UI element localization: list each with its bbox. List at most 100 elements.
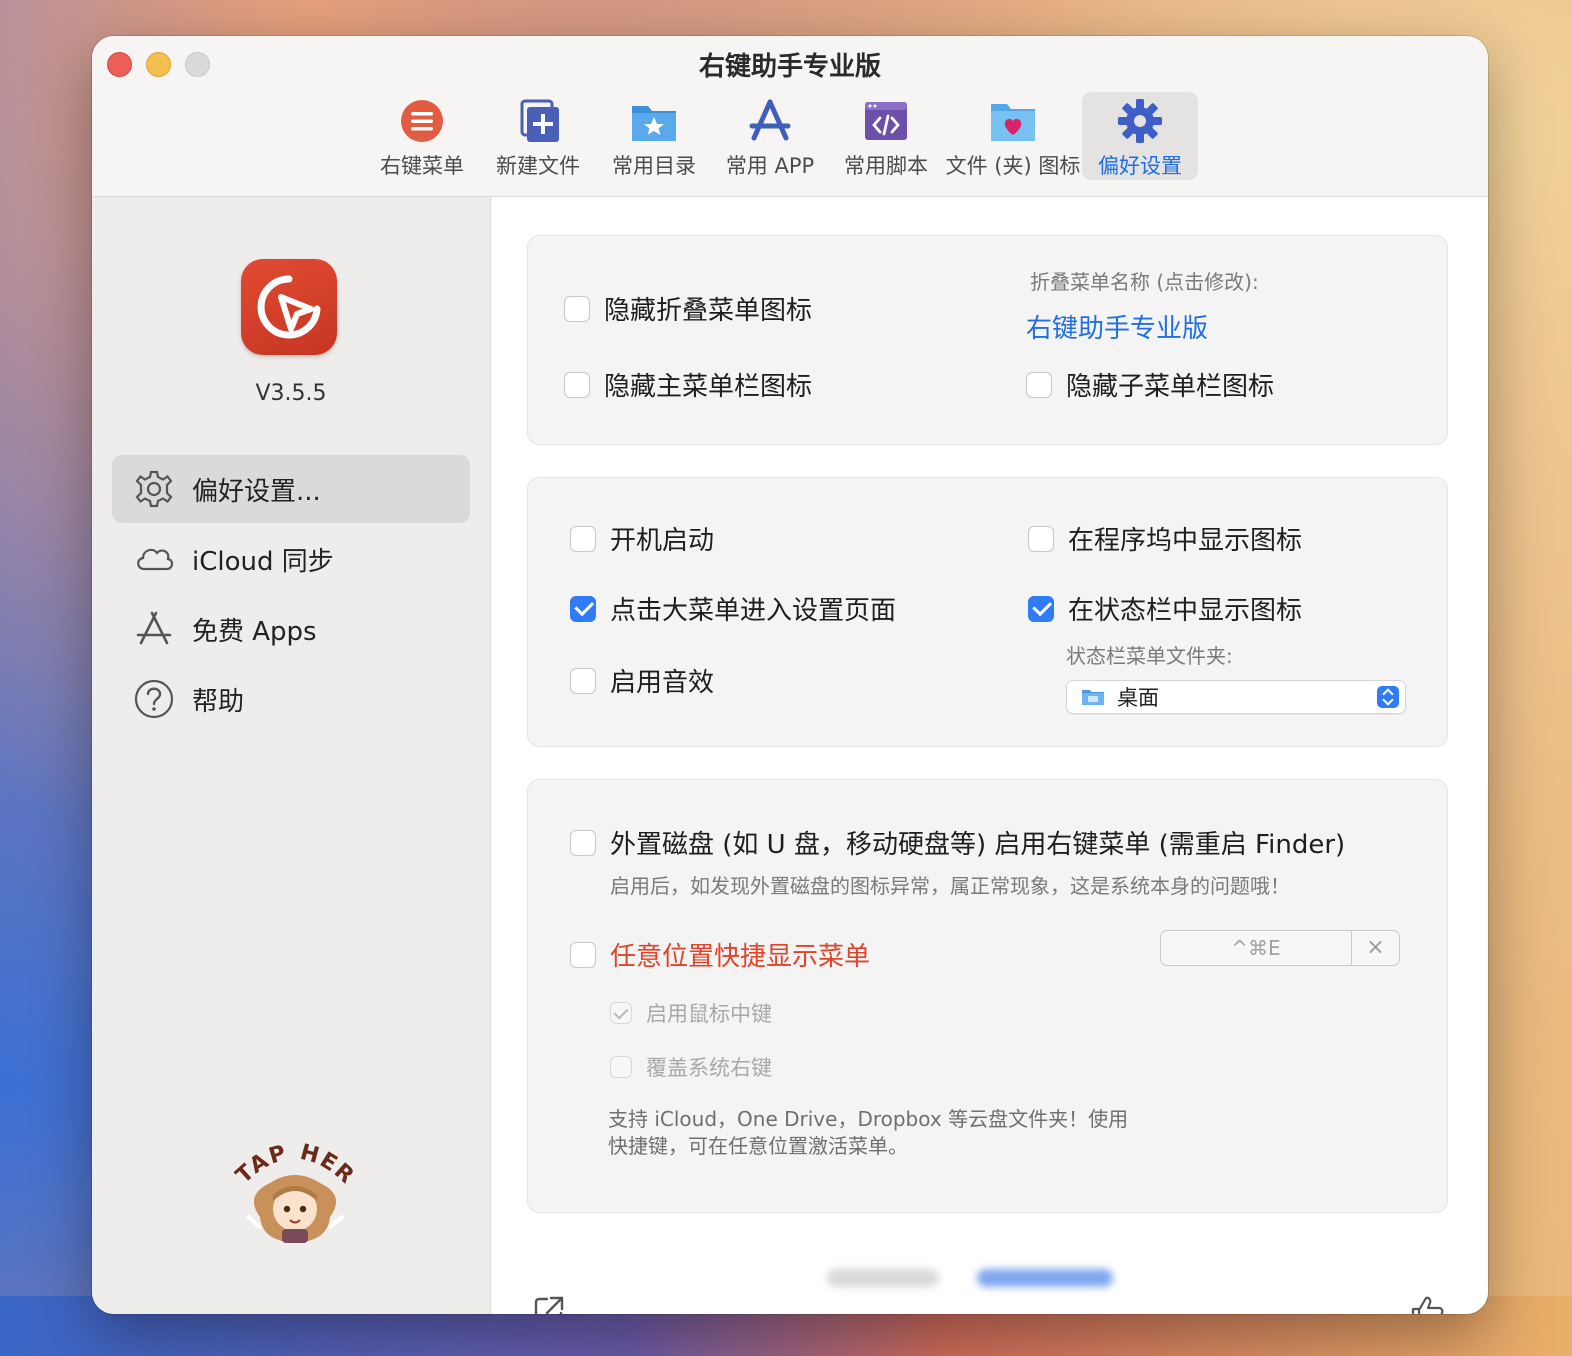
override-right-click-checkbox[interactable]: 覆盖系统右键 bbox=[610, 1052, 772, 1082]
checkbox[interactable] bbox=[570, 829, 596, 856]
list-icon bbox=[401, 100, 443, 142]
window-title: 右键助手专业版 bbox=[698, 52, 881, 82]
titlebar: 右键助手专业版 右键菜单 新建文件 常用目录 常用 APP 常用脚本 文件 (夹… bbox=[92, 36, 1488, 197]
checkbox[interactable] bbox=[1026, 371, 1052, 398]
statusbar-folder-select[interactable]: 桌面 bbox=[1066, 680, 1406, 714]
shortcut-keys[interactable]: ^⌘E bbox=[1161, 931, 1352, 965]
anywhere-menu-checkbox[interactable]: 任意位置快捷显示菜单 bbox=[570, 936, 870, 973]
sidebar-item-icloud-sync[interactable]: iCloud 同步 bbox=[112, 525, 470, 593]
cursor-logo-icon bbox=[257, 275, 321, 339]
enable-sound-checkbox[interactable]: 启用音效 bbox=[570, 662, 714, 699]
checkbox-label: 开机启动 bbox=[610, 526, 715, 556]
hide-fold-icon-checkbox[interactable]: 隐藏折叠菜单图标 bbox=[564, 290, 812, 327]
help-line: 支持 iCloud，One Drive，Dropbox 等云盘文件夹！使用 bbox=[608, 1107, 1129, 1131]
sidebar-item-label: 偏好设置... bbox=[192, 476, 321, 507]
tab-label: 常用 APP bbox=[725, 154, 815, 178]
chevron-updown-icon bbox=[1377, 686, 1399, 708]
blurred-footer-text bbox=[827, 1269, 939, 1287]
external-disk-checkbox[interactable]: 外置磁盘 (如 U 盘，移动硬盘等) 启用右键菜单 (需重启 Finder) bbox=[570, 824, 1345, 861]
checkbox[interactable] bbox=[570, 941, 596, 968]
app-window: 右键助手专业版 右键菜单 新建文件 常用目录 常用 APP 常用脚本 文件 (夹… bbox=[92, 36, 1488, 1314]
app-store-icon bbox=[136, 611, 172, 645]
checkbox-label: 在程序坞中显示图标 bbox=[1068, 526, 1303, 556]
fold-name-link[interactable]: 右键助手专业版 bbox=[1026, 308, 1208, 345]
tab-favorite-scripts[interactable]: 常用脚本 bbox=[828, 92, 944, 180]
checkbox[interactable] bbox=[564, 295, 590, 322]
tab-new-file[interactable]: 新建文件 bbox=[480, 92, 596, 180]
checkbox-label: 启用鼠标中键 bbox=[646, 1002, 772, 1026]
heart-folder-icon bbox=[991, 104, 1035, 141]
sidebar-item-free-apps[interactable]: 免费 Apps bbox=[112, 595, 470, 663]
checkbox-label: 点击大菜单进入设置页面 bbox=[610, 596, 897, 626]
app-version: V3.5.5 bbox=[255, 381, 327, 406]
tab-label: 常用目录 bbox=[612, 154, 696, 178]
checkbox-label: 隐藏主菜单栏图标 bbox=[604, 372, 813, 402]
anywhere-menu-help: 支持 iCloud，One Drive，Dropbox 等云盘文件夹！使用 快捷… bbox=[608, 1106, 1148, 1160]
sidebar-item-help[interactable]: 帮助 bbox=[112, 665, 470, 733]
checkbox-label: 启用音效 bbox=[610, 668, 715, 698]
external-disk-note: 启用后，如发现外置磁盘的图标异常，属正常现象，这是系统本身的问题哦！ bbox=[610, 874, 1290, 898]
app-store-icon bbox=[749, 99, 791, 141]
cloud-icon bbox=[137, 548, 174, 571]
checkbox-label: 隐藏折叠菜单图标 bbox=[604, 296, 813, 326]
launch-at-login-checkbox[interactable]: 开机启动 bbox=[570, 520, 714, 557]
checkbox-label: 覆盖系统右键 bbox=[646, 1056, 772, 1080]
help-line: 快捷键，可在任意位置激活菜单。 bbox=[608, 1134, 908, 1158]
hide-main-icon-checkbox[interactable]: 隐藏主菜单栏图标 bbox=[564, 366, 812, 403]
blurred-footer-link[interactable] bbox=[977, 1269, 1113, 1287]
checkbox[interactable] bbox=[570, 525, 596, 552]
sidebar-item-preferences[interactable]: 偏好设置... bbox=[112, 455, 470, 523]
tab-file-folder-icons[interactable]: 文件 (夹) 图标 bbox=[944, 92, 1082, 180]
tab-favorite-folders[interactable]: 常用目录 bbox=[596, 92, 712, 180]
gear-icon bbox=[135, 470, 173, 508]
shortcut-recorder[interactable]: ^⌘E × bbox=[1160, 930, 1400, 966]
toolbar: 右键菜单 新建文件 常用目录 常用 APP 常用脚本 文件 (夹) 图标 偏好设… bbox=[364, 92, 1198, 180]
sidebar-item-label: 免费 Apps bbox=[192, 616, 317, 647]
checkbox-label: 任意位置快捷显示菜单 bbox=[610, 942, 871, 972]
menu-icons-panel: 隐藏折叠菜单图标 隐藏主菜单栏图标 折叠菜单名称 (点击修改): 右键助手专业版… bbox=[527, 235, 1448, 445]
script-icon bbox=[865, 102, 907, 140]
sidebar-item-label: 帮助 bbox=[192, 686, 245, 717]
folder-icon bbox=[1082, 690, 1104, 705]
tab-favorite-apps[interactable]: 常用 APP bbox=[712, 92, 828, 180]
app-logo bbox=[241, 259, 337, 355]
sidebar: V3.5.5 偏好设置... iCloud 同步 免费 Apps 帮助 TAP … bbox=[92, 197, 491, 1314]
hide-sub-icon-checkbox[interactable]: 隐藏子菜单栏图标 bbox=[1026, 366, 1274, 403]
tab-label: 右键菜单 bbox=[380, 154, 464, 178]
checkbox[interactable] bbox=[610, 1056, 632, 1078]
click-to-settings-checkbox[interactable]: 点击大菜单进入设置页面 bbox=[570, 590, 896, 627]
thumbs-up-icon[interactable] bbox=[1409, 1293, 1445, 1314]
checkbox[interactable] bbox=[610, 1002, 632, 1024]
checkbox-label: 外置磁盘 (如 U 盘，移动硬盘等) 启用右键菜单 (需重启 Finder) bbox=[610, 830, 1346, 860]
show-in-statusbar-checkbox[interactable]: 在状态栏中显示图标 bbox=[1028, 590, 1302, 627]
tab-label: 新建文件 bbox=[496, 154, 580, 178]
checkbox[interactable] bbox=[570, 595, 596, 622]
checkbox[interactable] bbox=[1028, 525, 1054, 552]
checkbox[interactable] bbox=[564, 371, 590, 398]
gear-icon bbox=[1118, 99, 1162, 143]
new-file-icon bbox=[520, 99, 559, 142]
general-panel: 开机启动 点击大菜单进入设置页面 启用音效 在程序坞中显示图标 在状态栏中显示图… bbox=[527, 477, 1448, 747]
statusbar-folder-caption: 状态栏菜单文件夹: bbox=[1066, 644, 1233, 668]
middle-click-checkbox[interactable]: 启用鼠标中键 bbox=[610, 998, 772, 1028]
tap-here-mascot-button[interactable]: TAP HERE bbox=[230, 1137, 360, 1247]
checkbox[interactable] bbox=[570, 667, 596, 694]
select-value: 桌面 bbox=[1117, 686, 1159, 710]
checkbox[interactable] bbox=[1028, 595, 1054, 622]
tab-preferences[interactable]: 偏好设置 bbox=[1082, 92, 1198, 180]
clear-shortcut-button[interactable]: × bbox=[1352, 931, 1399, 965]
fold-name-caption: 折叠菜单名称 (点击修改): bbox=[1030, 270, 1259, 294]
help-icon bbox=[134, 679, 174, 719]
star-folder-icon bbox=[632, 106, 676, 141]
tab-label: 偏好设置 bbox=[1098, 154, 1182, 178]
main-content: 隐藏折叠菜单图标 隐藏主菜单栏图标 折叠菜单名称 (点击修改): 右键助手专业版… bbox=[491, 197, 1488, 1314]
tab-label: 常用脚本 bbox=[844, 154, 928, 178]
sidebar-nav: 偏好设置... iCloud 同步 免费 Apps 帮助 bbox=[112, 455, 470, 735]
tab-label: 文件 (夹) 图标 bbox=[945, 154, 1081, 178]
advanced-panel: 外置磁盘 (如 U 盘，移动硬盘等) 启用右键菜单 (需重启 Finder) 启… bbox=[527, 779, 1448, 1213]
checkbox-label: 隐藏子菜单栏图标 bbox=[1066, 372, 1275, 402]
show-in-dock-checkbox[interactable]: 在程序坞中显示图标 bbox=[1028, 520, 1302, 557]
tab-right-click-menu[interactable]: 右键菜单 bbox=[364, 92, 480, 180]
sidebar-item-label: iCloud 同步 bbox=[192, 546, 334, 577]
share-external-icon[interactable] bbox=[531, 1293, 567, 1314]
